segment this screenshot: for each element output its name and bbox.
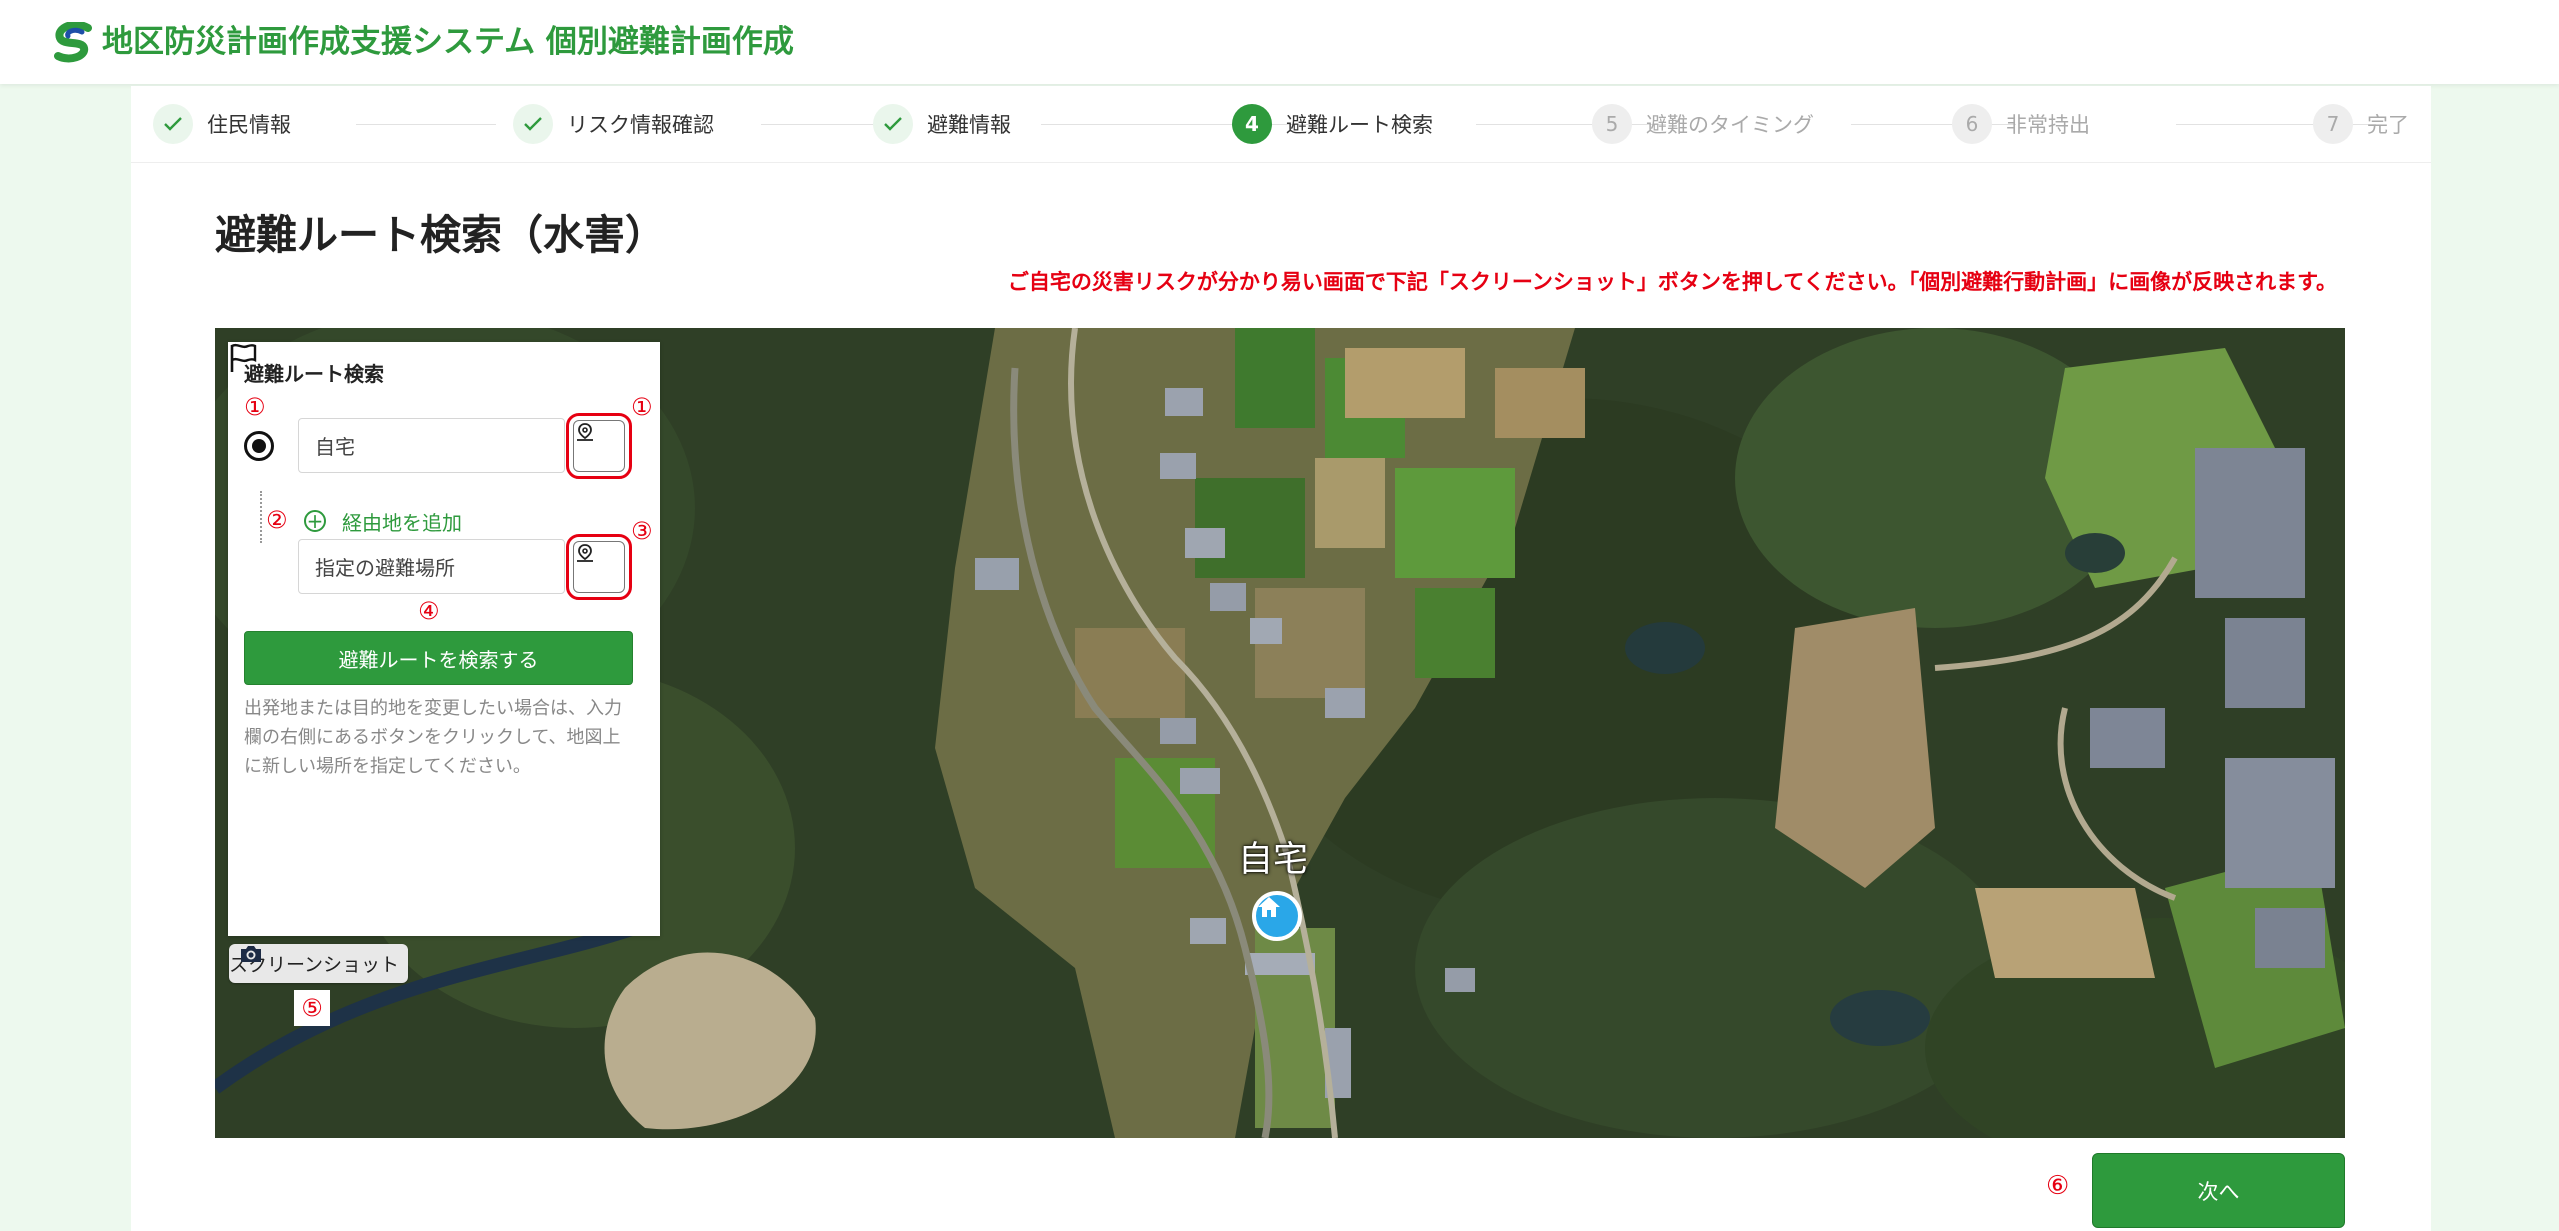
next-button[interactable]: 次へ — [2092, 1153, 2345, 1228]
destination-pin-button[interactable] — [566, 534, 632, 600]
origin-pin-button[interactable] — [566, 413, 632, 479]
step-5: 5 避難のタイミング — [1592, 104, 1814, 144]
annotation-3: ③ — [631, 517, 653, 545]
annotation-6: ⑥ — [2046, 1171, 2070, 1201]
step-2[interactable]: リスク情報確認 — [513, 104, 714, 144]
flag-icon — [230, 343, 257, 372]
home-map-label: 自宅 — [1238, 840, 1309, 880]
step-label: 非常持出 — [2006, 113, 2090, 137]
check-icon — [513, 104, 553, 144]
step-4[interactable]: 4 避難ルート検索 — [1232, 104, 1433, 144]
home-icon — [1258, 897, 1280, 917]
annotation-2: ② — [266, 506, 288, 534]
check-icon — [873, 104, 913, 144]
app-header: 地区防災計画作成支援システム 個別避難計画作成 — [0, 0, 2559, 84]
route-search-panel: 避難ルート検索 ① ① 自宅 ② + 経由地を追加 ③ 指定の避難場所 ④ 避難… — [228, 342, 660, 936]
annotation-5: ⑤ — [294, 990, 330, 1026]
step-label: 避難ルート検索 — [1286, 113, 1433, 137]
map-pin-icon — [577, 423, 593, 441]
step-label: 住民情報 — [207, 113, 291, 137]
origin-input[interactable]: 自宅 — [298, 418, 565, 473]
route-search-hint: 出発地または目的地を変更したい場合は、入力欄の右側にあるボタンをクリックして、地… — [244, 698, 622, 777]
screenshot-notice: ご自宅の災害リスクが分かり易い画面で下記「スクリーンショット」ボタンを押してくだ… — [1007, 270, 2337, 294]
step-label: 完了 — [2367, 113, 2409, 137]
destination-input[interactable]: 指定の避難場所 — [298, 539, 565, 594]
search-route-button[interactable]: 避難ルートを検索する — [244, 631, 633, 685]
map-pin-icon — [577, 544, 593, 562]
origin-radio-icon — [244, 431, 274, 461]
step-number: 5 — [1592, 104, 1632, 144]
progress-stepper: 住民情報 リスク情報確認 避難情報 4 避難ルート検索 5 避難のタイミング 6… — [131, 86, 2431, 163]
logo-icon — [54, 22, 92, 63]
route-connector — [260, 491, 262, 543]
add-waypoint-link[interactable]: + 経由地を追加 — [304, 506, 462, 536]
annotation-1: ① — [631, 393, 653, 421]
route-search-title: 避難ルート検索 — [244, 362, 384, 386]
step-7: 7 完了 — [2313, 104, 2409, 144]
page-title: 避難ルート検索（水害） — [215, 211, 666, 259]
step-number: 6 — [1952, 104, 1992, 144]
main-panel: 住民情報 リスク情報確認 避難情報 4 避難ルート検索 5 避難のタイミング 6… — [131, 86, 2431, 1231]
step-label: リスク情報確認 — [567, 113, 714, 137]
step-label: 避難情報 — [927, 113, 1011, 137]
add-waypoint-label: 経由地を追加 — [342, 510, 462, 535]
check-icon — [153, 104, 193, 144]
camera-icon — [241, 946, 261, 962]
annotation-1: ① — [244, 393, 266, 421]
plus-circle-icon: + — [304, 510, 326, 532]
step-connector — [356, 124, 496, 125]
screenshot-button[interactable]: スクリーンショット — [229, 944, 408, 983]
step-6: 6 非常持出 — [1952, 104, 2090, 144]
step-label: 避難のタイミング — [1646, 113, 1814, 137]
annotation-4: ④ — [418, 597, 440, 625]
step-3[interactable]: 避難情報 — [873, 104, 1011, 144]
step-1[interactable]: 住民情報 — [153, 104, 291, 144]
satellite-map[interactable]: 自宅 避難ルート検索 ① ① 自宅 ② + 経由地を追加 ③ 指定の避難場所 ④… — [215, 328, 2345, 1138]
step-number: 4 — [1232, 104, 1272, 144]
step-number: 7 — [2313, 104, 2353, 144]
step-connector — [761, 124, 881, 125]
app-title: 地区防災計画作成支援システム 個別避難計画作成 — [102, 24, 794, 60]
home-marker[interactable] — [1252, 891, 1302, 941]
